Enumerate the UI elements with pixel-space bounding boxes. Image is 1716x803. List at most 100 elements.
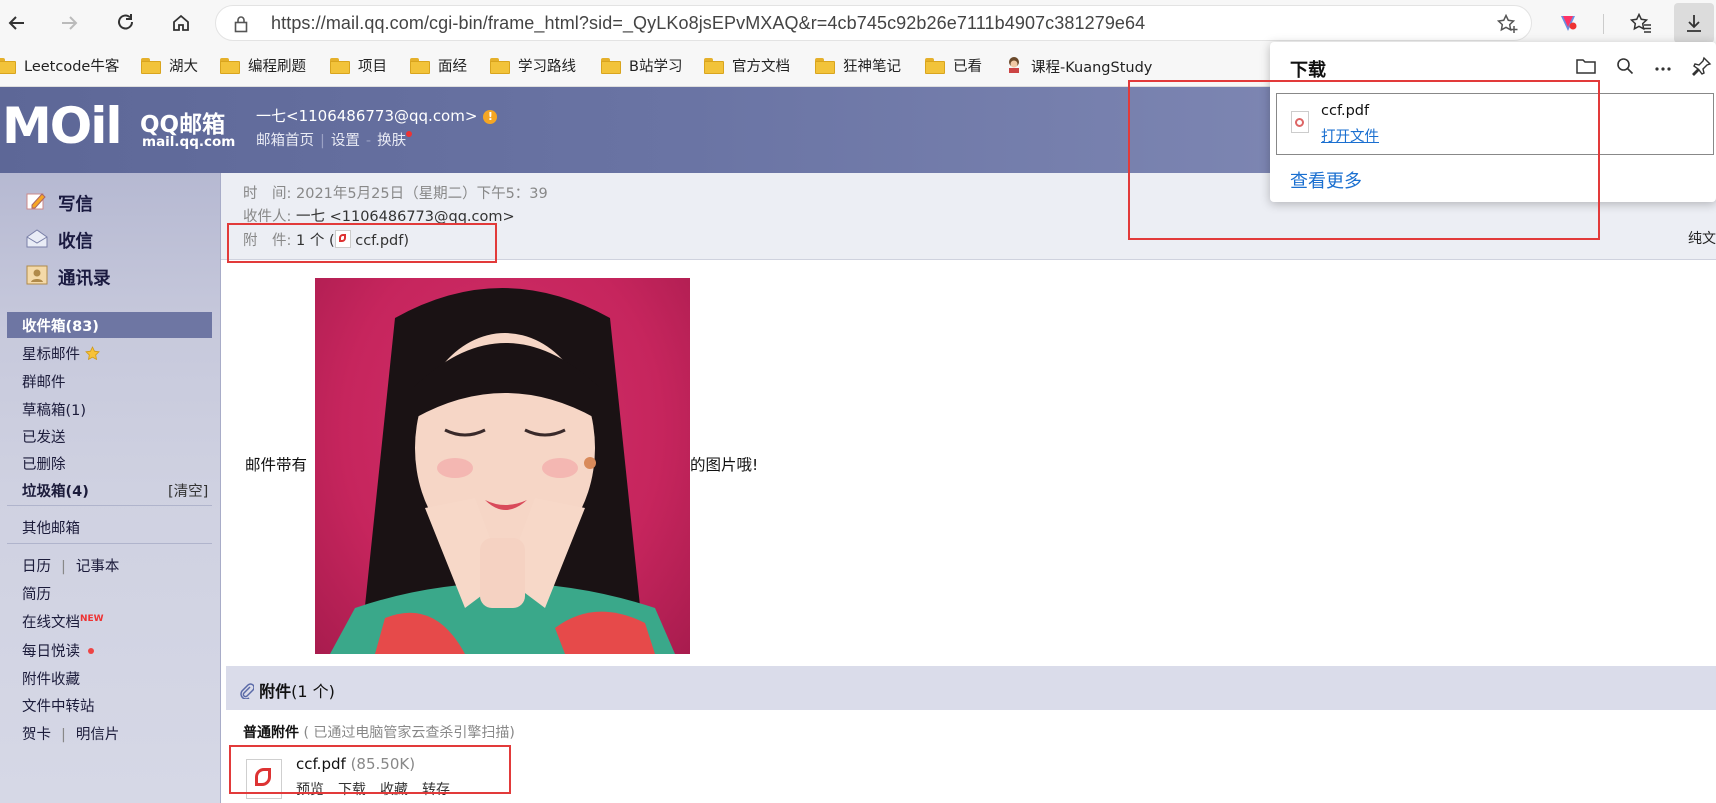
- mail-time-row: 时 间: 2021年5月25日（星期二）下午5：39: [243, 182, 548, 203]
- attachments-title: 附件: [259, 682, 292, 701]
- bookmark-folder[interactable]: 狂神笔记: [815, 55, 901, 76]
- nav-tools-row: 日历 | 记事本: [22, 555, 119, 576]
- more-options-icon[interactable]: [1654, 60, 1672, 76]
- url-text[interactable]: https://mail.qq.com/cgi-bin/frame_html?s…: [271, 13, 1145, 34]
- nav-sent[interactable]: 已发送: [22, 426, 66, 447]
- bookmark-label: 狂神笔记: [843, 59, 901, 75]
- bookmark-label: 官方文档: [732, 59, 790, 75]
- sidebar-divider: [7, 543, 212, 544]
- skin-link[interactable]: 换肤: [377, 133, 406, 149]
- new-badge: NEW: [80, 614, 104, 624]
- nav-daily-label: 每日悦读: [22, 644, 80, 660]
- attachments-title-row: 附件(1 个): [240, 678, 335, 702]
- avatar-icon: [1005, 55, 1023, 77]
- nav-file-transfer[interactable]: 文件中转站: [22, 695, 95, 716]
- refresh-icon[interactable]: [109, 6, 143, 40]
- nav-online-docs-label: 在线文档: [22, 615, 80, 631]
- nav-group-mail[interactable]: 群邮件: [22, 371, 66, 392]
- unread-dot: [88, 648, 94, 654]
- notification-dot: [406, 131, 413, 137]
- address-bar[interactable]: https://mail.qq.com/cgi-bin/frame_html?s…: [215, 5, 1532, 41]
- contacts-icon: [26, 265, 48, 290]
- nav-online-docs[interactable]: 在线文档NEW: [22, 611, 104, 632]
- link-divider: |: [320, 133, 325, 149]
- attachments-count: (1 个): [291, 682, 335, 701]
- normal-attachments-label: 普通附件: [243, 725, 299, 741]
- bookmark-kuangstudy[interactable]: 课程-KuangStudy: [1005, 55, 1152, 77]
- nav-inbox[interactable]: 收件箱(83): [22, 315, 99, 336]
- settings-link[interactable]: 设置: [331, 133, 360, 149]
- clear-spam-link[interactable]: [清空]: [168, 480, 208, 501]
- plain-text-link[interactable]: 纯文: [1688, 228, 1716, 248]
- bookmark-folder[interactable]: 学习路线: [490, 55, 576, 76]
- logo-url: mail.qq.com: [142, 134, 236, 150]
- nav-starred[interactable]: 星标邮件: [22, 343, 100, 364]
- bookmark-folder[interactable]: B站学习: [601, 55, 682, 76]
- compose-button[interactable]: 写信: [26, 191, 93, 216]
- bookmark-label: 编程刷题: [248, 59, 306, 75]
- header-links: 邮箱首页 | 设置 - 换肤: [256, 129, 413, 150]
- nav-attachment-favorites[interactable]: 附件收藏: [22, 668, 80, 689]
- link-divider: -: [365, 133, 372, 149]
- bookmark-folder[interactable]: 项目: [330, 55, 387, 76]
- nav-notes[interactable]: 记事本: [76, 559, 120, 575]
- download-icon[interactable]: [1677, 6, 1711, 40]
- contacts-button[interactable]: 通讯录: [26, 265, 111, 290]
- scan-note: ( 已通过电脑管家云查杀引擎扫描): [303, 725, 515, 741]
- inbox-icon: [26, 228, 48, 253]
- body-text-after: 的图片哦!: [690, 456, 759, 474]
- nav-calendar[interactable]: 日历: [22, 559, 51, 575]
- bookmark-folder[interactable]: 湖大: [141, 55, 198, 76]
- nav-resume[interactable]: 简历: [22, 583, 51, 604]
- folder-icon: [0, 57, 16, 74]
- bookmark-folder[interactable]: 官方文档: [704, 55, 790, 76]
- receive-button[interactable]: 收信: [26, 228, 93, 253]
- compose-label: 写信: [58, 195, 93, 215]
- extension-icon[interactable]: [1551, 6, 1585, 40]
- pipe-divider: |: [61, 727, 66, 743]
- bookmark-folder[interactable]: Leetcode牛客: [0, 55, 119, 76]
- toolbar-divider: [1603, 14, 1604, 34]
- mailbox-home-link[interactable]: 邮箱首页: [256, 133, 314, 149]
- bookmark-label: 课程-KuangStudy: [1031, 59, 1153, 76]
- sidebar-divider: [7, 505, 212, 506]
- downloads-tools: [1576, 56, 1712, 80]
- nav-drafts[interactable]: 草稿箱(1): [22, 399, 86, 420]
- nav-deleted[interactable]: 已删除: [22, 453, 66, 474]
- lock-icon[interactable]: [234, 15, 248, 37]
- bookmark-label: B站学习: [629, 59, 683, 75]
- bookmark-folder[interactable]: 面经: [410, 55, 467, 76]
- folder-icon: [330, 57, 350, 74]
- bookmark-label: 已看: [953, 59, 982, 75]
- body-text-before: 邮件带有: [245, 456, 308, 474]
- bookmark-folder[interactable]: 已看: [925, 55, 982, 76]
- search-icon[interactable]: [1616, 57, 1634, 79]
- folder-icon: [141, 57, 161, 74]
- time-label: 时 间:: [243, 186, 292, 202]
- bookmark-label: 学习路线: [518, 59, 576, 75]
- receive-label: 收信: [58, 232, 93, 252]
- nav-spam[interactable]: 垃圾箱(4): [22, 480, 89, 501]
- pin-icon[interactable]: [1692, 56, 1712, 80]
- folder-icon: [815, 57, 835, 74]
- home-icon[interactable]: [164, 6, 198, 40]
- bookmark-label: 项目: [358, 59, 387, 75]
- time-value: 2021年5月25日（星期二）下午5：39: [296, 186, 548, 202]
- back-icon[interactable]: [0, 6, 34, 40]
- mail-logo[interactable]: MOil: [2, 97, 123, 155]
- add-favorite-icon[interactable]: [1496, 13, 1519, 38]
- nav-postcard[interactable]: 明信片: [76, 727, 120, 743]
- attachments-header: 附件(1 个): [226, 666, 1716, 710]
- nav-card[interactable]: 贺卡: [22, 727, 51, 743]
- pipe-divider: |: [61, 559, 66, 575]
- downloads-title: 下载: [1290, 60, 1326, 81]
- bookmark-label: 湖大: [169, 59, 198, 75]
- forward-icon[interactable]: [52, 6, 86, 40]
- favorites-icon[interactable]: [1624, 6, 1658, 40]
- open-folder-icon[interactable]: [1576, 57, 1596, 79]
- nav-daily-read[interactable]: 每日悦读: [22, 640, 94, 661]
- warning-icon[interactable]: !: [483, 110, 498, 124]
- folder-icon: [490, 57, 510, 74]
- nav-other-mailbox[interactable]: 其他邮箱: [22, 517, 80, 538]
- bookmark-folder[interactable]: 编程刷题: [220, 55, 306, 76]
